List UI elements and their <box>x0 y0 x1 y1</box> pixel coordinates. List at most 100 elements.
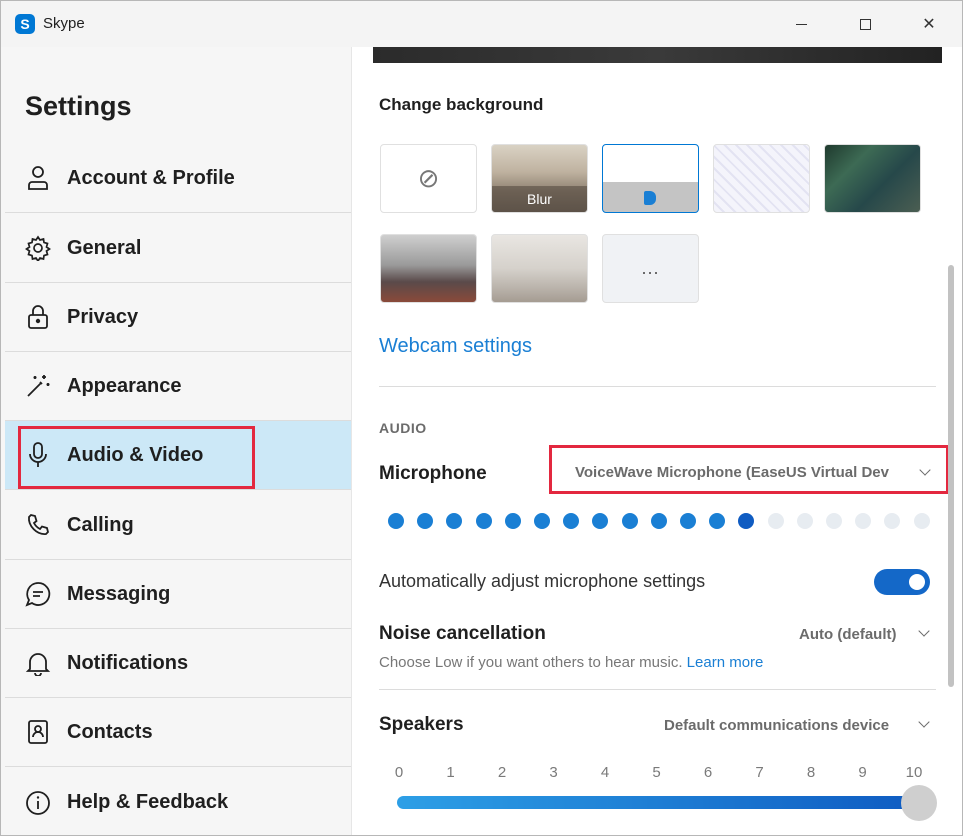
mic-level-dot <box>709 513 726 529</box>
sidebar-item-label: General <box>67 236 142 259</box>
background-blur-option[interactable]: Blur <box>491 144 588 213</box>
settings-sidebar: Settings Account & Profile General Priva… <box>1 47 352 835</box>
sidebar-item-help-feedback[interactable]: Help & Feedback <box>5 768 351 835</box>
mic-level-dot <box>563 513 580 529</box>
title-bar: S Skype ✕ <box>1 1 962 47</box>
audio-section-header: AUDIO <box>379 420 427 436</box>
maximize-button[interactable] <box>833 1 897 47</box>
sidebar-item-calling[interactable]: Calling <box>5 491 351 560</box>
mic-level-dot <box>913 513 930 529</box>
mic-level-dot <box>417 513 434 529</box>
divider <box>379 689 936 690</box>
close-button[interactable]: ✕ <box>897 1 961 47</box>
toggle-knob <box>909 574 925 590</box>
background-room-option[interactable] <box>824 144 921 213</box>
divider <box>379 386 936 387</box>
magic-wand-icon <box>25 373 51 399</box>
sidebar-item-messaging[interactable]: Messaging <box>5 560 351 629</box>
minimize-icon <box>795 23 807 25</box>
more-icon: ... <box>641 258 660 278</box>
settings-title: Settings <box>25 91 132 121</box>
gear-icon <box>25 235 51 261</box>
noise-cancellation-label: Noise cancellation <box>379 623 546 644</box>
mic-level-dot <box>475 513 492 529</box>
mic-level-dot <box>884 513 901 529</box>
volume-tick-label: 6 <box>703 764 713 781</box>
more-backgrounds-button[interactable]: ... <box>602 234 699 303</box>
auto-adjust-toggle[interactable] <box>874 569 930 595</box>
close-icon: ✕ <box>922 16 936 33</box>
sidebar-item-account-profile[interactable]: Account & Profile <box>5 144 351 213</box>
sidebar-item-label: Contacts <box>67 720 153 743</box>
microphone-label: Microphone <box>379 463 487 484</box>
mic-level-dot <box>826 513 842 529</box>
noise-cancellation-select[interactable]: Auto (default) <box>799 626 896 643</box>
noise-cancellation-hint: Choose Low if you want others to hear mu… <box>379 654 763 671</box>
mic-level-dot <box>534 513 550 529</box>
sidebar-item-label: Calling <box>67 513 134 536</box>
settings-content: Change background ⊘ Blur ... Webcam sett… <box>353 47 962 835</box>
mic-level-dot <box>738 513 755 529</box>
volume-tick-label: 5 <box>652 764 661 781</box>
chevron-down-icon[interactable] <box>918 625 930 637</box>
mic-level-dot <box>680 513 696 529</box>
speakers-select[interactable]: Default communications device <box>664 717 889 734</box>
mic-level-dot <box>855 513 872 529</box>
mic-level-dot <box>650 513 667 529</box>
background-office-option[interactable] <box>380 234 477 303</box>
volume-tick-label: 9 <box>858 764 867 781</box>
volume-tick-label: 7 <box>755 764 764 781</box>
mic-level-dot <box>592 513 609 529</box>
volume-tick-label: 1 <box>446 764 455 781</box>
volume-tick-label: 2 <box>497 764 507 781</box>
chevron-down-icon[interactable] <box>918 716 930 728</box>
bing-logo-icon <box>644 191 656 205</box>
sidebar-item-label: Audio & Video <box>67 443 204 466</box>
chat-icon <box>25 581 51 607</box>
microphone-highlight <box>549 445 949 494</box>
blur-label: Blur <box>492 186 587 212</box>
change-background-label: Change background <box>379 95 544 114</box>
sidebar-item-appearance[interactable]: Appearance <box>5 352 351 421</box>
sidebar-item-notifications[interactable]: Notifications <box>5 629 351 698</box>
sidebar-item-label: Help & Feedback <box>67 791 229 813</box>
hint-text: Choose Low if you want others to hear mu… <box>379 654 683 671</box>
auto-adjust-label: Automatically adjust microphone settings <box>379 571 706 591</box>
background-bing-option[interactable] <box>602 144 699 213</box>
sidebar-item-audio-video[interactable]: Audio & Video <box>5 421 351 490</box>
background-none-option[interactable]: ⊘ <box>380 144 477 213</box>
info-icon <box>25 790 51 816</box>
microphone-icon <box>25 442 51 468</box>
learn-more-link[interactable]: Learn more <box>687 654 764 671</box>
sidebar-item-label: Notifications <box>67 651 189 674</box>
contact-card-icon <box>25 719 51 745</box>
speaker-volume-thumb[interactable] <box>901 785 937 821</box>
background-snow-option[interactable] <box>713 144 810 213</box>
content-scrollbar[interactable] <box>948 265 954 687</box>
window-title: Skype <box>43 15 85 32</box>
sidebar-item-label: Account & Profile <box>67 166 235 189</box>
sidebar-item-label: Messaging <box>67 582 171 605</box>
mic-level-dot <box>446 513 463 529</box>
volume-tick-label: 8 <box>806 764 816 781</box>
speakers-label: Speakers <box>379 714 464 735</box>
background-interior-option[interactable] <box>491 234 588 303</box>
lock-icon <box>25 304 51 330</box>
sidebar-item-general[interactable]: General <box>5 214 351 283</box>
minimize-button[interactable] <box>769 1 833 47</box>
sidebar-item-label: Appearance <box>67 374 182 397</box>
person-icon <box>25 165 51 191</box>
speaker-volume-track[interactable] <box>397 796 915 809</box>
mic-level-dot <box>388 513 404 529</box>
sidebar-item-contacts[interactable]: Contacts <box>5 698 351 767</box>
volume-tick-label: 3 <box>549 764 558 781</box>
skype-window: S Skype ✕ Settings Account & Profile Gen… <box>0 0 963 836</box>
mic-level-dot <box>621 513 638 529</box>
maximize-icon <box>859 18 871 30</box>
mic-level-dot <box>767 513 784 529</box>
webcam-settings-link[interactable]: Webcam settings <box>379 335 532 358</box>
no-background-icon: ⊘ <box>417 163 440 193</box>
phone-icon <box>25 512 51 538</box>
sidebar-item-privacy[interactable]: Privacy <box>5 283 351 352</box>
volume-tick-label: 10 <box>905 764 923 781</box>
